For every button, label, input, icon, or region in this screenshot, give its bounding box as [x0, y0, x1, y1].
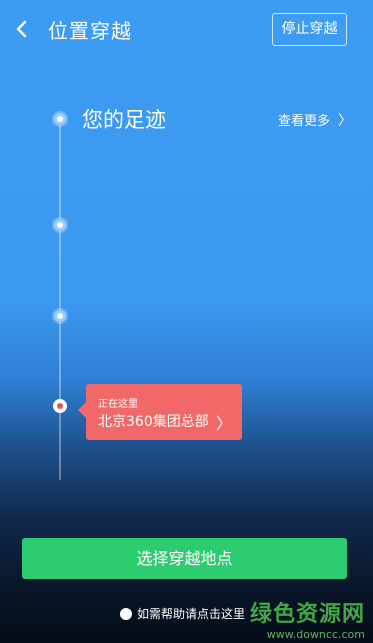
back-arrow-icon[interactable]	[8, 14, 38, 44]
timeline-line	[59, 118, 61, 480]
location-pin-icon	[53, 399, 67, 413]
current-location-name: 北京360集团总部	[98, 414, 209, 430]
help-dot-icon	[120, 607, 132, 620]
timeline-dot	[54, 310, 66, 322]
page-title: 位置穿越	[48, 19, 132, 43]
timeline-dot	[54, 219, 66, 231]
stop-travel-button[interactable]: 停止穿越	[272, 13, 347, 46]
choose-location-button[interactable]: 选择穿越地点	[22, 538, 347, 579]
timeline-dot	[54, 113, 66, 125]
watermark-brand: 绿色资源网	[249, 602, 365, 627]
help-label: 如需帮助请点击这里	[137, 607, 246, 621]
view-more-link[interactable]: 查看更多〉	[278, 110, 352, 130]
chevron-right-icon: 〉	[338, 113, 353, 129]
footprints-title: 您的足迹	[82, 108, 166, 132]
help-link[interactable]: 如需帮助请点击这里	[120, 605, 245, 622]
header-bar: 位置穿越 停止穿越	[0, 0, 373, 58]
view-more-label: 查看更多	[278, 114, 331, 129]
current-location-status: 正在这里	[98, 399, 138, 410]
chevron-right-icon: 〉	[215, 414, 232, 433]
current-location-callout[interactable]: 正在这里 北京360集团总部 〉	[78, 384, 242, 440]
watermark: 绿色资源网 www.downcc.com	[250, 596, 365, 641]
watermark-url: www.downcc.com	[266, 628, 365, 641]
